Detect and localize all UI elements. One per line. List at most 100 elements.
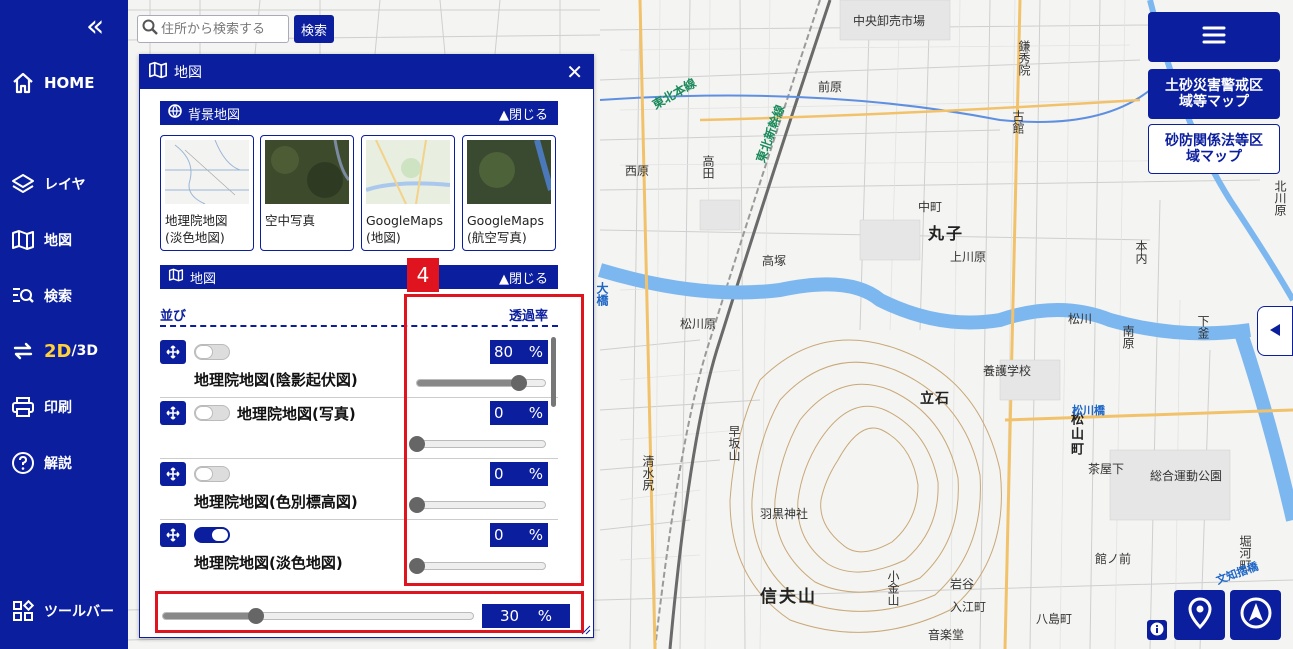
sidebar-item-label: 検索 (44, 289, 72, 305)
slider-thumb[interactable] (409, 497, 425, 513)
info-button[interactable] (1147, 620, 1167, 640)
side-panel-tab[interactable] (1257, 306, 1293, 356)
opacity-value-field[interactable]: 0% (490, 401, 548, 425)
double-chevron-left-icon[interactable]: « (86, 12, 116, 42)
slider-thumb[interactable] (409, 436, 425, 452)
sidebar-item-layers[interactable]: レイヤ (10, 167, 86, 201)
sidebar-item-home[interactable]: HOME (10, 66, 94, 100)
map-label: 大橋 (595, 282, 609, 306)
map-label: 音楽堂 (928, 628, 965, 642)
slider-thumb[interactable] (409, 558, 425, 574)
basemap-option-aerial[interactable]: 空中写真 (260, 135, 354, 251)
sidebar-item-print[interactable]: 印刷 (10, 390, 72, 424)
info-icon (1150, 621, 1164, 640)
opacity-value: 0 (494, 465, 504, 483)
percent-unit: % (528, 465, 543, 483)
map-collapse-toggle[interactable]: ▲閉じる (499, 268, 548, 287)
location-pin-icon (1187, 597, 1213, 633)
basemap-option-googlemaps-aerial[interactable]: GoogleMaps (航空写真) (462, 135, 556, 251)
sidebar-item-help[interactable]: 解説 (10, 446, 72, 480)
opacity-value-field[interactable]: 0% (490, 523, 548, 547)
map-label: 古館 (1011, 110, 1025, 134)
sidebar-item-label: レイヤ (44, 177, 86, 193)
triangle-left-icon (1269, 322, 1281, 341)
map-label: 羽黒神社 (760, 507, 809, 521)
map-icon (148, 61, 168, 83)
map-label: 立石 (920, 391, 950, 407)
layer-toggle[interactable] (194, 466, 230, 482)
map-icon (10, 227, 36, 253)
drag-handle-icon[interactable] (160, 523, 186, 547)
basemap-thumbnail (165, 140, 249, 204)
slider-thumb[interactable] (511, 375, 528, 391)
layer-name: 地理院地図(写真) (237, 405, 356, 423)
drag-handle-icon[interactable] (160, 340, 186, 364)
home-icon (10, 70, 36, 96)
map-section-header: 地図 ▲閉じる (160, 265, 558, 289)
opacity-value: 30 (500, 607, 520, 625)
panel-header: 地図 ✕ (140, 55, 593, 89)
map-label: 高田 (701, 155, 715, 179)
map-label: 松川橋 (1072, 404, 1105, 417)
layer-row: 地理院地図(陰影起伏図) 80% (160, 337, 558, 398)
opacity-value: 80 (494, 343, 514, 361)
close-icon[interactable]: ✕ (566, 60, 583, 84)
basemap-collapse-toggle[interactable]: ▲閉じる (499, 104, 548, 123)
opacity-value-field[interactable]: 0% (490, 462, 548, 486)
drag-handle-icon[interactable] (160, 462, 186, 486)
layer-toggle[interactable] (194, 527, 230, 543)
resize-handle-icon[interactable] (581, 625, 591, 635)
search-box (137, 15, 289, 43)
basemap-option-pale[interactable]: 地理院地図 (淡色地図) (160, 135, 254, 251)
search-button[interactable]: 検索 (294, 15, 334, 43)
overall-opacity-field[interactable]: 30% (482, 604, 570, 628)
menu-button[interactable] (1148, 12, 1280, 62)
layer-toggle[interactable] (194, 405, 230, 421)
map-label: 北川原 (1273, 180, 1287, 216)
sidebar-item-label: ツールバー (44, 604, 114, 620)
north-arrow-icon (1239, 596, 1273, 634)
basemap-option-googlemaps[interactable]: GoogleMaps (地図) (361, 135, 455, 251)
basemap-name: GoogleMaps (航空写真) (467, 213, 544, 245)
percent-unit: % (537, 607, 552, 625)
layer-toggle[interactable] (194, 344, 230, 360)
search-input[interactable] (161, 21, 285, 37)
search-list-icon (10, 283, 36, 309)
opacity-slider[interactable] (409, 558, 546, 574)
sidebar-item-label: HOME (44, 74, 95, 92)
map-label: 小金山 (886, 570, 900, 606)
opacity-slider[interactable] (416, 375, 546, 391)
basemap-name: 空中写真 (265, 213, 316, 228)
annotation-badge: 4 (407, 258, 439, 292)
drag-handle-icon[interactable] (160, 401, 186, 425)
map-label: 前原 (818, 80, 843, 94)
sidebar-item-search[interactable]: 検索 (10, 279, 72, 313)
basemap-name: 地理院地図 (淡色地図) (165, 213, 228, 245)
opacity-slider[interactable] (409, 436, 546, 452)
opacity-value-field[interactable]: 80% (490, 340, 548, 364)
opacity-slider[interactable] (409, 497, 546, 513)
opacity-value: 0 (494, 404, 504, 422)
slider-thumb[interactable] (248, 608, 264, 624)
sidebar-item-map[interactable]: 地図 (10, 223, 72, 257)
map-label: 西原 (625, 164, 650, 178)
north-up-button[interactable] (1230, 590, 1281, 640)
globe-icon (168, 104, 182, 122)
opacity-value: 0 (494, 526, 504, 544)
grid-icon (10, 598, 36, 624)
landslide-map-button[interactable]: 土砂災害警戒区 域等マップ (1148, 69, 1280, 119)
map-label: 南原 (1121, 325, 1135, 349)
overall-opacity-slider[interactable] (162, 608, 474, 624)
layer-row: 地理院地図(淡色地図) 0% (160, 520, 558, 581)
sabo-map-button[interactable]: 砂防関係法等区 域マップ (1148, 124, 1280, 174)
current-location-button[interactable] (1174, 590, 1225, 640)
sidebar-item-2d3d[interactable]: 2D /3D (10, 334, 98, 368)
basemap-name: GoogleMaps (地図) (366, 213, 443, 245)
basemap-thumbnail (467, 140, 551, 204)
sidebar-item-toolbar[interactable]: ツールバー (10, 594, 114, 628)
layer-list-scrollbar[interactable] (551, 337, 556, 407)
layer-name: 地理院地図(色別標高図) (194, 493, 358, 511)
map-label: 早坂山 (727, 425, 741, 461)
map-section-title: 地図 (190, 271, 217, 287)
map-icon (168, 268, 184, 286)
